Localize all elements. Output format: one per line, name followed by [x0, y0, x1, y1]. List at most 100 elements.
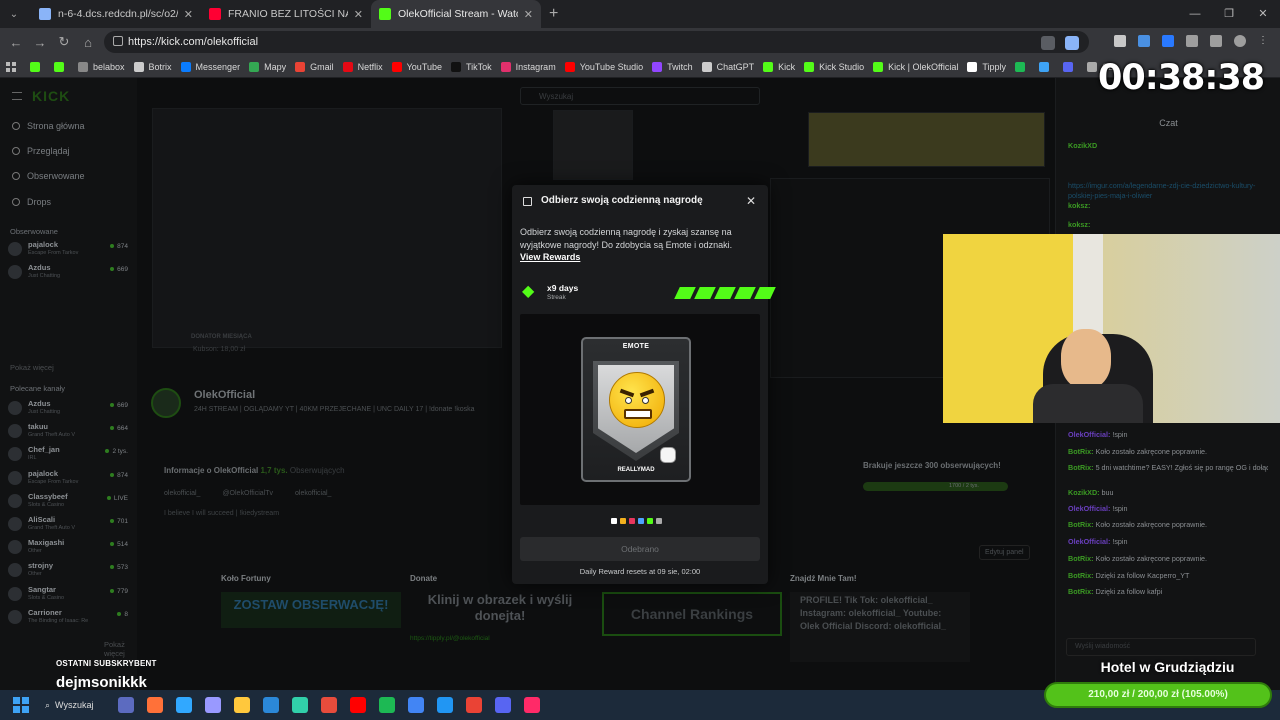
forward-button[interactable]: → [28, 35, 52, 50]
windows-start-icon[interactable] [13, 697, 29, 713]
taskbar-app-icon[interactable] [118, 697, 134, 713]
zoom-icon[interactable] [1041, 36, 1055, 50]
close-icon[interactable]: ✕ [746, 194, 756, 208]
pinned-link[interactable]: https://imgur.com/a/legendarne-zdj-cie-d… [1068, 181, 1268, 201]
taskbar-app-icon[interactable] [234, 697, 250, 713]
extension-icon[interactable] [1162, 35, 1174, 47]
taskbar-app-icon[interactable] [408, 697, 424, 713]
bookmark-item[interactable]: ChatGPT [701, 61, 754, 72]
taskbar-app-icon[interactable] [350, 697, 366, 713]
channel-item[interactable]: Maxigashi Other 514 [8, 537, 128, 559]
chat-username[interactable]: BotRix: [1068, 587, 1096, 596]
nav-following[interactable]: Obserwowane [12, 171, 85, 181]
channel-item[interactable]: Azdus Just Chatting 669 [8, 262, 128, 284]
bookmark-item[interactable]: Botrix [133, 61, 172, 72]
reload-button[interactable]: ↻ [52, 34, 76, 50]
edit-panel-button[interactable]: Edytuj panel [979, 545, 1030, 560]
chat-username[interactable]: BotRix: [1068, 520, 1096, 529]
pagination-dot[interactable] [647, 518, 653, 524]
channel-item[interactable]: Azdus Just Chatting 669 [8, 398, 128, 420]
site-info-icon[interactable] [113, 36, 123, 46]
channel-item[interactable]: Classybeef Slots & Casino LIVE [8, 491, 128, 513]
chat-username[interactable]: BotRix: [1068, 447, 1096, 456]
panel-rankings-banner[interactable]: Channel Rankings [602, 592, 782, 636]
channel-item[interactable]: strojny Other 573 [8, 560, 128, 582]
chat-username[interactable]: BotRix: [1068, 571, 1096, 580]
extension-icon[interactable] [1138, 35, 1150, 47]
profile-icon[interactable] [1234, 35, 1246, 47]
taskbar-app-icon[interactable] [292, 697, 308, 713]
tab-close-icon[interactable]: ✕ [184, 8, 193, 21]
nav-browse[interactable]: Przeglądaj [12, 146, 70, 156]
bookmark-item[interactable]: TikTok [451, 61, 492, 72]
bookmark-item[interactable]: belabox [78, 61, 125, 72]
bookmark-item[interactable]: Messenger [180, 61, 240, 72]
taskbar-app-icon[interactable] [495, 697, 511, 713]
show-more-link[interactable]: Pokaż więcej [104, 640, 137, 658]
claimed-button[interactable]: Odebrano [520, 537, 760, 561]
emote-card[interactable]: EMOTE REALLYMAD [581, 337, 691, 482]
chat-username[interactable]: OlekOfficial: [1068, 430, 1112, 439]
reading-list-icon[interactable] [1210, 35, 1222, 47]
chat-username[interactable]: BotRix: [1068, 554, 1096, 563]
bookmark-item[interactable]: Netflix [342, 61, 383, 72]
browser-tab[interactable]: n-6-4.dcs.redcdn.pl/sc/o2/Euro ✕ [31, 0, 201, 28]
tab-close-icon[interactable]: ✕ [524, 8, 533, 21]
view-rewards-link[interactable]: View Rewards [520, 252, 580, 262]
bookmark-item[interactable] [1015, 61, 1030, 72]
channel-name[interactable]: OlekOfficial [194, 389, 255, 401]
bookmark-item[interactable] [1063, 61, 1078, 72]
chat-username[interactable]: OlekOfficial: [1068, 537, 1112, 546]
back-button[interactable]: ← [4, 35, 28, 50]
bookmark-star-icon[interactable] [1065, 36, 1079, 50]
bookmark-item[interactable]: YouTube Studio [564, 61, 643, 72]
bookmark-item[interactable]: Tipply [967, 61, 1006, 72]
extension-icon[interactable] [1114, 35, 1126, 47]
puzzle-icon[interactable] [1186, 35, 1198, 47]
channel-avatar[interactable] [151, 388, 181, 418]
url-field[interactable]: https://kick.com/olekofficial [104, 31, 1089, 53]
taskbar-app-icon[interactable] [437, 697, 453, 713]
tipply-link[interactable]: https://tipply.pl/@olekofficial [410, 635, 490, 642]
bookmark-item[interactable]: Kick Studio [804, 61, 864, 72]
menu-icon[interactable]: ⋮ [1258, 35, 1270, 47]
bookmark-item[interactable] [30, 61, 45, 72]
taskbar-search[interactable]: ⌕ Wyszukaj [45, 700, 105, 711]
browser-tab[interactable]: OlekOfficial Stream - Watch Liv ✕ [371, 0, 541, 28]
bookmark-item[interactable]: Twitch [652, 61, 693, 72]
pagination-dot[interactable] [611, 518, 617, 524]
nav-home[interactable]: Strona główna [12, 121, 85, 131]
close-window-button[interactable]: ✕ [1246, 0, 1280, 28]
chat-username[interactable]: koksz: [1068, 201, 1090, 210]
instagram-link[interactable]: olekofficial_ [164, 490, 200, 497]
kick-logo[interactable]: KICK [32, 88, 70, 104]
nav-drops[interactable]: Drops [12, 197, 51, 207]
menu-icon[interactable] [12, 92, 22, 100]
chat-username[interactable]: BotRix: [1068, 463, 1096, 472]
taskbar-app-icon[interactable] [176, 697, 192, 713]
pagination-dot[interactable] [620, 518, 626, 524]
panel-donate-banner[interactable]: Klinij w obrazek i wyślij donejta! [410, 592, 590, 632]
channel-item[interactable]: pajalock Escape From Tarkov 874 [8, 468, 128, 490]
chat-username[interactable]: koksz: [1068, 220, 1090, 229]
bookmark-item[interactable]: Instagram [500, 61, 556, 72]
pagination-dot[interactable] [656, 518, 662, 524]
channel-item[interactable]: takuu Grand Theft Auto V 664 [8, 421, 128, 443]
tab-search-icon[interactable]: ⌄ [3, 3, 25, 25]
pagination-dot[interactable] [629, 518, 635, 524]
bookmark-item[interactable] [1039, 61, 1054, 72]
channel-item[interactable]: Chef_jan IRL 2 tys. [8, 444, 128, 466]
channel-item[interactable]: Carrioner The Binding of Isaac: Re 8 [8, 607, 128, 629]
channel-item[interactable]: pajalock Escape From Tarkov 874 [8, 239, 128, 261]
chat-username[interactable]: KozikXD [1068, 141, 1097, 150]
bookmark-item[interactable]: Gmail [295, 61, 334, 72]
bookmark-item[interactable]: YouTube [391, 61, 442, 72]
taskbar-app-icon[interactable] [466, 697, 482, 713]
channel-item[interactable]: Sangtar Slots & Casino 779 [8, 584, 128, 606]
apps-icon[interactable] [6, 61, 16, 72]
youtube-link[interactable]: @OlekOfficialTv [222, 490, 273, 497]
new-tab-button[interactable]: + [549, 5, 558, 23]
browser-tab[interactable]: FRANIO BEZ LITOŚCI NAD BAŁT ✕ [201, 0, 371, 28]
chat-input[interactable]: Wyślij wiadomość [1066, 638, 1256, 656]
tiktok-link[interactable]: olekofficial_ [295, 490, 331, 497]
